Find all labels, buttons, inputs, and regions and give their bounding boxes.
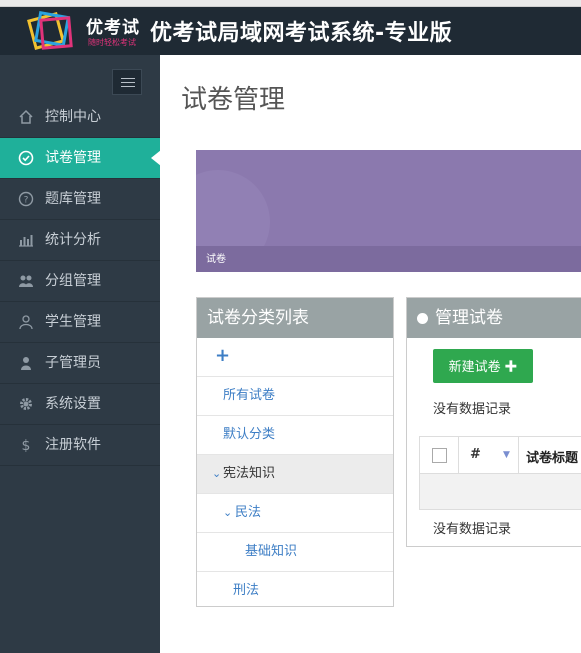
- category-panel-title: 试卷分类列表: [197, 298, 393, 338]
- menu-icon: [121, 78, 135, 79]
- chevron-down-icon: ⌄: [223, 506, 233, 519]
- globe-icon: [417, 313, 428, 324]
- select-all-checkbox[interactable]: [432, 448, 447, 463]
- exam-panel-title: 管理试卷: [435, 308, 503, 328]
- sidebar-item-label: 注册软件: [45, 437, 101, 453]
- exam-panel-header: 管理试卷: [407, 298, 581, 338]
- sidebar-item-sub-admins[interactable]: 子管理员: [0, 343, 160, 384]
- sidebar: 控制中心 试卷管理 ? 题库管理 统计分析 分组管理 学生管理 子管理员 系统设: [0, 55, 161, 653]
- no-data-text: 没有数据记录: [433, 522, 512, 537]
- bar-chart-icon: [19, 235, 33, 247]
- svg-text:?: ?: [24, 196, 29, 206]
- table-empty-row: [420, 474, 581, 509]
- sidebar-item-students[interactable]: 学生管理: [0, 302, 160, 343]
- category-item-all[interactable]: 所有试卷: [197, 377, 393, 416]
- gear-icon: [20, 398, 32, 410]
- column-header-title[interactable]: 试卷标题: [526, 447, 578, 466]
- banner-label: 试卷: [206, 254, 226, 265]
- sidebar-item-register[interactable]: $ 注册软件: [0, 425, 160, 466]
- sidebar-item-label: 分组管理: [45, 273, 101, 289]
- check-circle-icon: [18, 150, 34, 166]
- new-exam-button[interactable]: 新建试卷 ✚: [433, 349, 533, 383]
- chevron-down-icon: ⌄: [212, 467, 222, 480]
- home-icon: [19, 109, 33, 124]
- category-item-default[interactable]: 默认分类: [197, 416, 393, 455]
- sidebar-item-exam-management[interactable]: 试卷管理: [0, 138, 161, 179]
- banner: 试卷: [196, 150, 581, 272]
- sidebar-item-statistics[interactable]: 统计分析: [0, 220, 160, 261]
- sidebar-item-label: 系统设置: [45, 396, 101, 412]
- add-category-button[interactable]: +: [197, 338, 393, 377]
- category-panel: 试卷分类列表 + 所有试卷 默认分类 ⌄ 宪法知识 ⌄ 民法 基础知识 刑法: [196, 297, 394, 607]
- sidebar-item-groups[interactable]: 分组管理: [0, 261, 160, 302]
- category-item-basics[interactable]: 基础知识: [197, 533, 393, 572]
- plus-icon: ✚: [504, 359, 518, 374]
- dollar-icon: $: [22, 438, 31, 453]
- sidebar-toggle-button[interactable]: [112, 69, 142, 95]
- column-header-number[interactable]: #: [470, 447, 481, 462]
- sidebar-item-settings[interactable]: 系统设置: [0, 384, 160, 425]
- sort-icon[interactable]: ▼: [503, 450, 510, 460]
- category-item-criminal-law[interactable]: 刑法: [197, 572, 393, 610]
- user-outline-icon: [19, 315, 33, 330]
- sidebar-item-label: 试卷管理: [45, 150, 101, 166]
- exam-panel: 管理试卷 新建试卷 ✚ 没有数据记录 # ▼ 试卷标题 没有数据记录: [406, 297, 581, 547]
- category-item-civil-law[interactable]: ⌄ 民法: [197, 494, 393, 533]
- page-title: 试卷管理: [181, 85, 286, 115]
- window-top-edge: [0, 0, 581, 7]
- app-title: 优考试局域网考试系统-专业版: [150, 21, 453, 46]
- sidebar-menu: 控制中心 试卷管理 ? 题库管理 统计分析 分组管理 学生管理 子管理员 系统设: [0, 97, 161, 466]
- no-data-text: 没有数据记录: [433, 402, 512, 417]
- question-circle-icon: ?: [18, 191, 34, 207]
- category-item-constitution[interactable]: ⌄ 宪法知识: [197, 455, 393, 494]
- main-content: 试卷管理 试卷 试卷分类列表 + 所有试卷 默认分类 ⌄ 宪法知识 ⌄ 民法 基础知…: [160, 55, 581, 653]
- sidebar-item-control-center[interactable]: 控制中心: [0, 97, 160, 138]
- sidebar-item-label: 统计分析: [45, 232, 101, 248]
- logo-subtitle: 随时轻松考试: [88, 38, 136, 47]
- logo-icon: [27, 11, 73, 50]
- table-header-row: # ▼ 试卷标题: [420, 437, 581, 474]
- app-header: 优考试 随时轻松考试 优考试局域网考试系统-专业版: [0, 7, 581, 55]
- exam-table: # ▼ 试卷标题: [419, 436, 581, 510]
- sidebar-item-label: 控制中心: [45, 109, 101, 125]
- users-icon: [19, 275, 33, 287]
- user-icon: [21, 357, 31, 370]
- sidebar-item-label: 题库管理: [45, 191, 101, 207]
- svg-text:$: $: [22, 438, 31, 453]
- sidebar-item-question-bank[interactable]: ? 题库管理: [0, 179, 160, 220]
- logo-text: 优考试: [86, 18, 140, 38]
- sidebar-item-label: 子管理员: [45, 355, 101, 371]
- sidebar-item-label: 学生管理: [45, 314, 101, 330]
